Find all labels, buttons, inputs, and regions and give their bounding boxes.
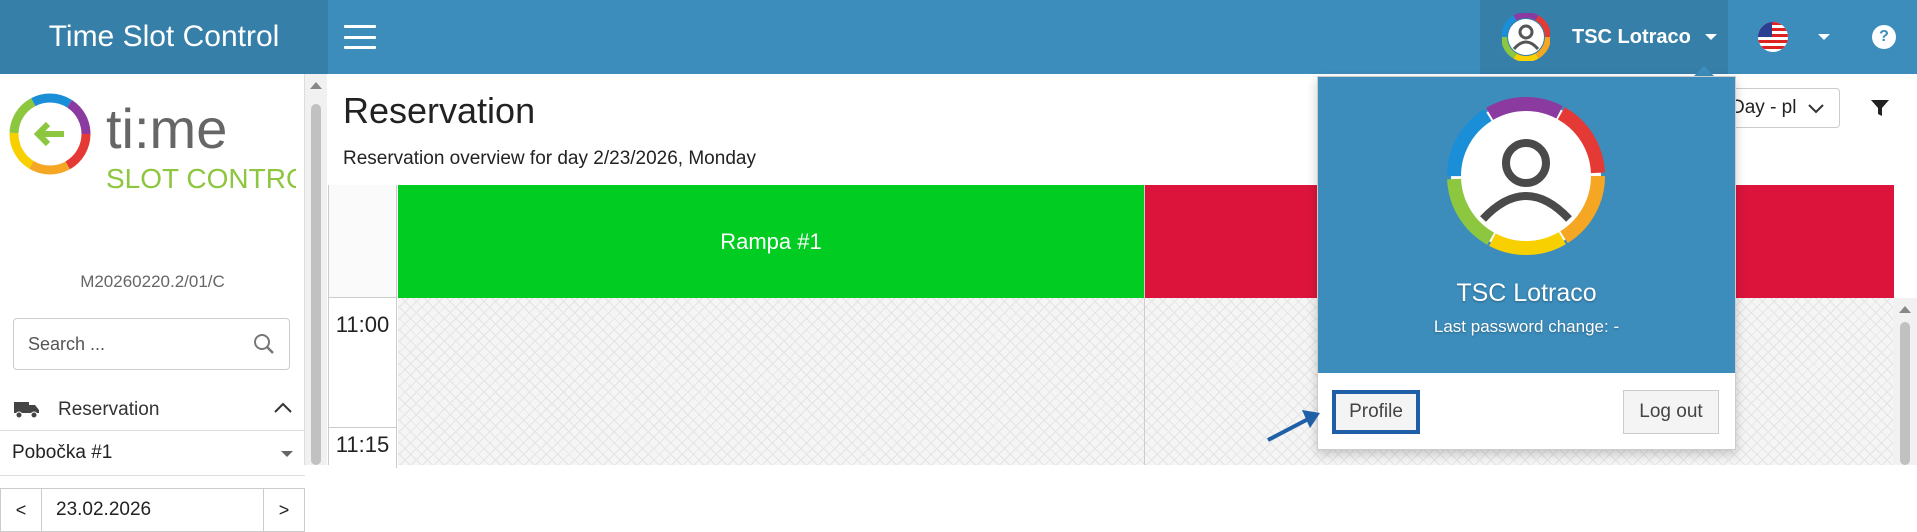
time-label: 11:15 [329,428,397,468]
search-box[interactable] [13,318,290,370]
chevron-down-icon [1808,104,1824,114]
chevron-up-icon[interactable] [273,400,293,414]
svg-text:SLOT CONTROL: SLOT CONTROL [106,163,296,194]
sidebar: ti:me SLOT CONTROL M20260220.2/01/C Rese… [0,74,305,532]
column-header-rampa-1[interactable]: Rampa #1 [398,185,1144,298]
filter-icon [1871,100,1889,116]
date-navigator: < 23.02.2026 > [0,488,305,532]
page-title: Reservation [343,90,536,131]
user-avatar-icon [1502,13,1550,61]
app-title[interactable]: Time Slot Control [0,0,328,74]
user-dropdown: TSC Lotraco Last password change: - Prof… [1317,76,1736,450]
user-name: TSC Lotraco [1572,25,1691,48]
search-input[interactable] [28,332,238,356]
view-mode-value: Day - pl [1731,97,1797,118]
dropdown-user-name: TSC Lotraco [1456,279,1597,307]
grid-scrollbar[interactable] [1893,298,1917,465]
scroll-up-icon[interactable] [310,82,322,89]
logout-button[interactable]: Log out [1623,390,1719,434]
svg-text:ti:me: ti:me [106,97,227,160]
branch-select[interactable]: Pobočka #1 [0,430,305,476]
version-label: M20260220.2/01/C [80,272,225,291]
user-dropdown-header: TSC Lotraco Last password change: - [1318,77,1735,373]
profile-button[interactable]: Profile [1332,390,1420,434]
password-change-info: Last password change: - [1433,317,1620,336]
sidebar-item-reservation[interactable]: Reservation [0,390,305,430]
menu-toggle-icon[interactable] [344,25,376,49]
chevron-down-icon [1704,34,1717,40]
user-avatar-icon [1447,97,1605,255]
date-input[interactable]: 23.02.2026 [42,488,263,532]
previous-day-button[interactable]: < [0,488,42,532]
scrollbar-thumb[interactable] [1900,322,1910,465]
page-subtitle: Reservation overview for day 2/23/2026, … [343,148,756,169]
chevron-down-icon [1818,34,1830,40]
column-divider [1144,185,1145,465]
scrollbar-thumb[interactable] [311,104,321,465]
dropdown-pointer [1694,66,1714,76]
chevron-down-icon [281,451,293,457]
help-icon[interactable]: ? [1872,25,1896,49]
time-gutter-header [329,185,397,298]
sidebar-item-label: Reservation [58,399,160,420]
user-menu-toggle[interactable]: TSC Lotraco [1480,0,1728,74]
annotation-arrow-icon [1267,410,1320,442]
filter-button[interactable] [1858,88,1902,128]
scroll-up-icon[interactable] [1899,306,1911,313]
next-day-button[interactable]: > [263,488,305,532]
branch-value: Pobočka #1 [12,442,113,463]
language-selector[interactable] [1758,22,1848,52]
truck-icon [14,402,39,419]
sidebar-scrollbar[interactable] [305,74,327,465]
time-slot-control-logo: ti:me SLOT CONTROL [9,93,296,194]
search-icon[interactable] [253,333,275,355]
us-flag-icon [1758,22,1788,52]
time-label: 11:00 [329,298,397,428]
top-navbar: Time Slot Control TSC Lotraco ? [0,0,1917,74]
